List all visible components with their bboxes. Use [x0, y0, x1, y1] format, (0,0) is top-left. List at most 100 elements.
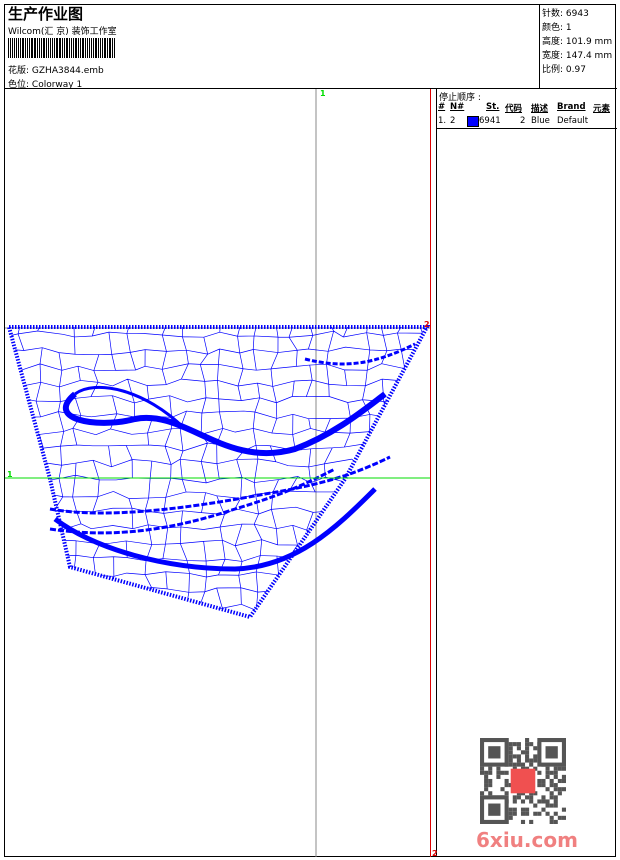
qr-module: [488, 766, 493, 771]
qr-module: [516, 758, 521, 763]
qr-module: [545, 787, 550, 792]
col-index: #: [438, 102, 446, 112]
qr-module: [553, 787, 558, 792]
barcode-bar: [71, 38, 72, 58]
barcode-bar: [10, 38, 11, 58]
barcode-bar: [25, 38, 26, 58]
qr-module: [553, 783, 558, 788]
barcode-bar: [29, 38, 30, 58]
qr-module: [488, 746, 501, 759]
barcode-bar: [12, 38, 13, 58]
barcode-bar: [104, 38, 106, 58]
info-value: 0.97: [565, 65, 586, 75]
color-swatch: [467, 116, 479, 127]
barcode-bar: [41, 38, 42, 58]
col-desc: 描述: [531, 104, 549, 114]
qr-module: [508, 750, 513, 755]
qr-module: [508, 762, 513, 767]
row-n: 2: [450, 116, 456, 126]
qr-module: [504, 783, 509, 788]
qr-module: [557, 766, 562, 771]
qr-module: [545, 770, 550, 775]
qr-module: [525, 795, 530, 800]
qr-module: [508, 746, 513, 751]
marker-right-top: 2: [424, 320, 430, 329]
qr-module: [553, 795, 558, 800]
qr-module: [504, 778, 509, 784]
qr-module: [529, 795, 534, 800]
qr-module: [520, 762, 526, 767]
qr-module: [520, 811, 526, 816]
qr-module: [525, 807, 530, 812]
barcode-bar: [98, 38, 99, 58]
barcode-bar: [22, 38, 24, 58]
barcode-bar: [93, 38, 94, 58]
info-value: 147.4 mm: [565, 51, 613, 61]
barcode-bar: [107, 38, 108, 58]
qr-module: [525, 754, 530, 759]
barcode-bar: [82, 38, 84, 58]
qr-module: [549, 819, 554, 824]
info-scale: 比例: 0.97: [542, 62, 586, 75]
qr-module: [549, 815, 554, 820]
qr-module: [512, 742, 517, 747]
qr-module: [488, 783, 493, 788]
qr-module: [525, 738, 530, 743]
qr-module: [549, 778, 554, 784]
qr-module: [496, 766, 501, 771]
production-worksheet: 生产作业图 Wilcom(汇 京) 装饰工作室 花版: GZHA3844.emb…: [0, 0, 620, 860]
company-name: Wilcom(汇 京) 装饰工作室: [8, 27, 117, 37]
barcode-bar: [109, 38, 111, 58]
qr-module: [520, 750, 526, 755]
barcode-bar: [8, 38, 9, 58]
info-label: 比例:: [542, 65, 564, 75]
qr-module: [529, 819, 534, 824]
info-label: 高度:: [542, 37, 564, 47]
table-row[interactable]: 1. 2 6941 2 Blue Default: [438, 116, 616, 128]
hoop-edge-line: [430, 89, 431, 857]
barcode-bar: [66, 38, 68, 58]
qr-module: [480, 791, 485, 796]
qr-module: [512, 762, 517, 767]
barcode-bar: [62, 38, 63, 58]
qr-module: [529, 758, 534, 763]
qr-module: [545, 774, 550, 779]
qr-module: [553, 803, 558, 808]
col-brand: Brand: [557, 102, 586, 112]
qr-module: [480, 770, 485, 775]
qr-module: [561, 787, 566, 792]
barcode-bar: [20, 38, 21, 58]
qr-module: [545, 746, 558, 759]
qr-module: [508, 742, 513, 747]
qr-module: [557, 787, 562, 792]
qr-module: [553, 766, 558, 771]
qr-module: [512, 795, 517, 800]
barcode-bar: [37, 38, 38, 58]
qr-module: [488, 770, 493, 775]
qr-module: [557, 815, 562, 820]
barcode-bar: [89, 38, 90, 58]
qr-module: [508, 815, 513, 820]
barcode-bar: [114, 38, 115, 58]
satin-top-right: [304, 342, 416, 366]
qr-module: [537, 778, 542, 784]
qr-module: [525, 742, 530, 747]
qr-module: [545, 811, 550, 816]
qr-module: [553, 819, 558, 824]
qr-module: [510, 768, 536, 794]
barcode-bar: [100, 38, 101, 58]
qr-module: [537, 770, 542, 775]
qr-module: [496, 774, 501, 779]
qr-module: [529, 742, 534, 747]
qr-module: [533, 754, 538, 759]
qr-module: [488, 778, 493, 784]
barcode-bar: [31, 38, 33, 58]
barcode-bar: [73, 38, 74, 58]
qr-module: [557, 791, 562, 796]
qr-module: [512, 807, 517, 812]
qr-module: [488, 791, 493, 796]
barcode-bar: [64, 38, 65, 58]
qr-module: [545, 766, 550, 771]
info-label: 宽度:: [542, 51, 564, 61]
row-desc: Blue: [531, 116, 550, 126]
